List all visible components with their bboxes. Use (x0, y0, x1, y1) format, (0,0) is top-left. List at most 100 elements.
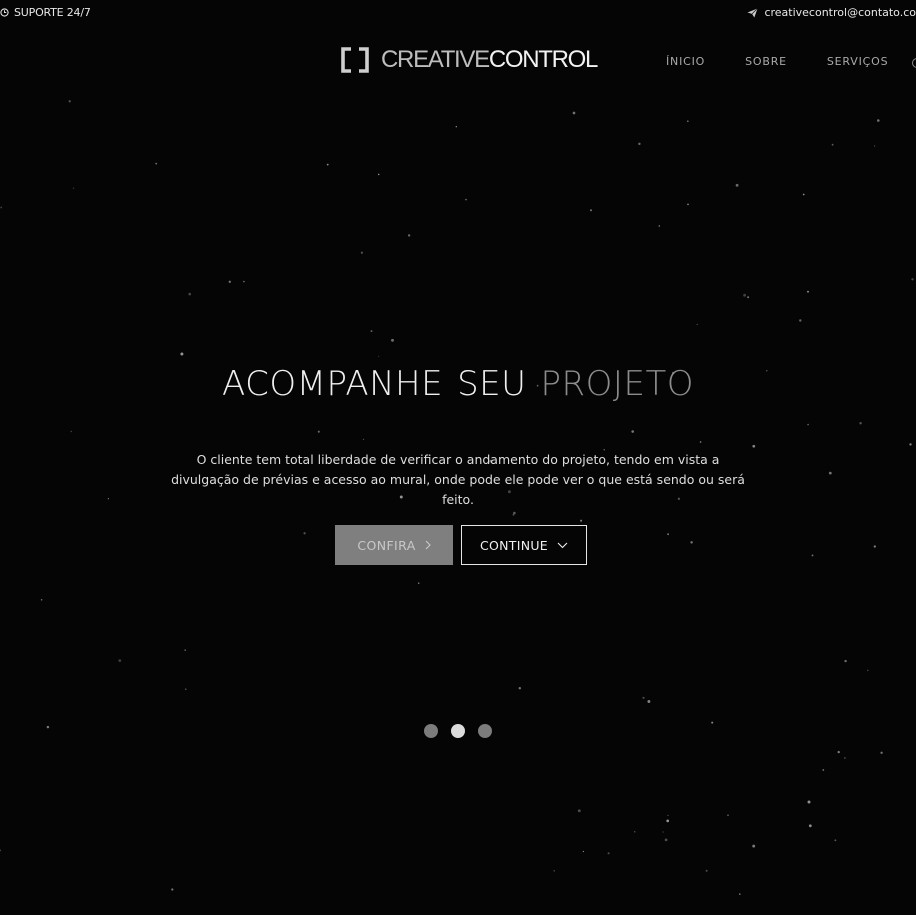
star-dot (46, 725, 50, 729)
star-dot (572, 111, 576, 115)
paper-plane-icon (747, 7, 759, 18)
star-dot (752, 844, 756, 848)
star-dot (859, 422, 862, 425)
star-dot (808, 824, 812, 828)
star-dot (743, 293, 747, 297)
star-dot (171, 888, 174, 891)
star-dot (822, 769, 825, 771)
star-dot (72, 187, 75, 189)
star-dot (184, 688, 187, 691)
star-dot (828, 471, 832, 475)
star-dot (664, 838, 668, 842)
star-dot (633, 830, 636, 833)
star-dot (658, 225, 661, 227)
support-info: SUPORTE 24/7 (0, 6, 91, 19)
star-dot (807, 423, 809, 426)
star-dot (799, 319, 802, 322)
star-dot (518, 687, 521, 690)
star-dot (844, 659, 847, 663)
star-dot (326, 163, 329, 166)
star-dot (580, 519, 583, 522)
hero-description: O cliente tem total liberdade de verific… (171, 452, 745, 507)
bracket-logo-icon (341, 47, 369, 73)
logo-text-bold: CONTROL (488, 46, 599, 73)
star-dot (880, 751, 883, 754)
star-dot (180, 352, 184, 356)
star-dot (687, 203, 689, 206)
nav-item-servicos[interactable]: SERVIÇOS (827, 55, 888, 68)
star-dot (662, 831, 664, 833)
star-dot (188, 292, 192, 296)
star-dot (0, 206, 3, 209)
star-dot (0, 849, 1, 852)
star-dot (747, 296, 750, 299)
star-dot (686, 120, 689, 123)
star-dot (631, 430, 635, 433)
star-dot (607, 852, 610, 855)
hero-buttons: CONFIRA CONTINUE (335, 525, 587, 565)
star-dot (360, 251, 364, 254)
star-dot (317, 430, 320, 433)
slider-dot-1[interactable] (424, 724, 438, 738)
star-dot (407, 234, 411, 237)
star-dot (582, 850, 585, 853)
nav-item-inicio[interactable]: ÍNICIO (666, 55, 705, 68)
support-label: SUPORTE 24/7 (14, 6, 91, 19)
star-dot (699, 441, 702, 443)
star-dot (370, 330, 373, 333)
page: SUPORTE 24/7 creativecontrol@contato.co … (0, 0, 916, 915)
confira-button-label: CONFIRA (357, 537, 416, 553)
star-dot (873, 545, 876, 548)
star-dot (690, 541, 693, 544)
confira-button[interactable]: CONFIRA (335, 525, 453, 565)
star-dot (647, 700, 651, 703)
star-dot (877, 119, 880, 122)
star-dot (362, 438, 365, 441)
star-dot (70, 430, 72, 433)
hero-title-word-2: SEU (457, 364, 527, 404)
star-dot (752, 444, 756, 448)
star-dot (844, 757, 846, 759)
hero-title: ACOMPANHE SEU PROJETO (0, 364, 916, 404)
slider-dot-3[interactable] (478, 724, 492, 738)
star-dot (837, 750, 840, 754)
star-dot (553, 870, 555, 872)
top-bar: SUPORTE 24/7 creativecontrol@contato.co (0, 0, 916, 26)
star-dot (667, 533, 669, 536)
star-dot (155, 162, 158, 165)
logo-text-light: CREATIVE (381, 46, 490, 73)
star-dot (831, 143, 834, 146)
star-dot (391, 338, 394, 342)
star-dot (589, 209, 593, 212)
star-dot (417, 582, 420, 584)
chevron-right-icon (425, 540, 431, 550)
star-dot (68, 100, 71, 103)
hero-title-word-1: ACOMPANHE (222, 364, 444, 404)
star-dot (303, 532, 306, 535)
logo-text: CREATIVECONTROL (381, 46, 599, 73)
star-dot (638, 142, 641, 146)
star-dot (118, 659, 122, 662)
main-nav: ÍNICIO SOBRE SERVIÇOS (666, 55, 916, 68)
star-dot (40, 599, 43, 601)
star-dot (696, 323, 698, 326)
star-dot (243, 280, 245, 283)
nav-item-sobre[interactable]: SOBRE (745, 55, 787, 68)
star-dot (378, 355, 380, 357)
star-dot (377, 173, 380, 176)
star-dot (666, 819, 670, 823)
star-dot (228, 280, 231, 283)
star-dot (727, 814, 729, 816)
star-dot (513, 511, 516, 515)
continue-button[interactable]: CONTINUE (461, 525, 587, 565)
site-logo[interactable]: CREATIVECONTROL (341, 46, 599, 73)
slider-dot-2[interactable] (451, 724, 465, 738)
chevron-down-icon (557, 542, 568, 548)
star-dot (107, 498, 109, 500)
star-dot (811, 554, 814, 557)
nav-overflow-indicator[interactable] (912, 58, 916, 68)
star-dot (807, 800, 811, 804)
star-dot (807, 290, 809, 293)
star-dot (739, 893, 741, 895)
contact-email[interactable]: creativecontrol@contato.co (747, 6, 916, 19)
